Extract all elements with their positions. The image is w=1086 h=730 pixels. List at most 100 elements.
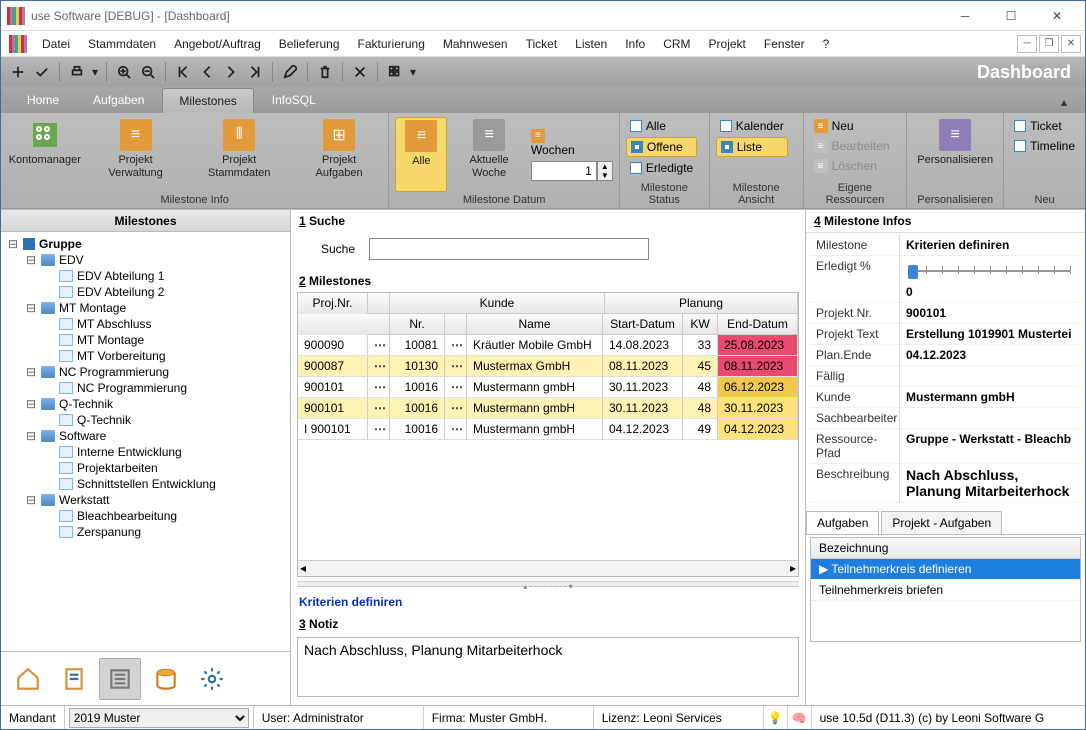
table-row[interactable]: 900101⋯10016⋯Mustermann gmbH30.11.202348… [298,398,798,419]
menu-fenster[interactable]: Fenster [755,33,814,55]
tree-node[interactable]: EDV Abteilung 2 [3,284,288,300]
search-input[interactable] [369,238,649,260]
tree-node[interactable]: Q-Technik [3,412,288,428]
ribtab-aufgaben[interactable]: Aufgaben [77,88,160,113]
lookup-icon[interactable]: ⋯ [445,377,467,398]
menu-belieferung[interactable]: Belieferung [270,33,349,55]
tree-node[interactable]: MT Vorbereitung [3,348,288,364]
menu-angebot/auftrag[interactable]: Angebot/Auftrag [165,33,270,55]
mdi-close-button[interactable]: ✕ [1061,35,1081,53]
tree-node[interactable]: ⊟Werkstatt [3,492,288,508]
maximize-button[interactable]: ☐ [989,2,1033,30]
zoom-in-icon[interactable] [113,61,135,83]
nav-first-icon[interactable] [172,61,194,83]
brain-icon[interactable]: 🧠 [788,706,812,729]
menu-listen[interactable]: Listen [566,33,616,55]
lookup-icon[interactable]: ⋯ [368,356,390,377]
menu-fakturierung[interactable]: Fakturierung [349,33,434,55]
col-projnr[interactable]: Proj.Nr. [298,293,368,314]
projekt-aufgaben-button[interactable]: ⊞Projekt Aufgaben [296,117,383,192]
tree-node[interactable]: EDV Abteilung 1 [3,268,288,284]
minimize-button[interactable]: ─ [943,2,987,30]
nav-prev-icon[interactable] [196,61,218,83]
erledigt-slider[interactable] [906,259,1075,285]
home-icon[interactable] [7,658,49,700]
grid-icon[interactable] [384,61,406,83]
projekt-stammdaten-button[interactable]: ⫴Projekt Stammdaten [189,117,290,192]
aufgaben-list[interactable]: Bezeichnung ▶ Teilnehmerkreis definieren… [810,537,1081,642]
confirm-icon[interactable] [31,61,53,83]
tree-node[interactable]: ⊟Q-Technik [3,396,288,412]
menu-?[interactable]: ? [814,33,839,55]
settings-icon[interactable] [191,658,233,700]
print-dropdown-icon[interactable]: ▾ [90,61,100,83]
personalisieren-button[interactable]: ≡Personalisieren [913,117,997,192]
nav-last-icon[interactable] [244,61,266,83]
tree-node[interactable]: Interne Entwicklung [3,444,288,460]
menu-crm[interactable]: CRM [654,33,699,55]
mdi-minimize-button[interactable]: ─ [1017,35,1037,53]
milestone-tree[interactable]: ⊟Gruppe⊟EDVEDV Abteilung 1EDV Abteilung … [1,232,290,651]
list-item[interactable]: ▶ Teilnehmerkreis definieren [811,559,1080,580]
aktuelle-woche-button[interactable]: ≡Aktuelle Woche [453,117,525,192]
list-icon[interactable] [99,658,141,700]
tree-node[interactable]: ⊟Software [3,428,288,444]
kontomanager-button[interactable]: Kontomanager [7,117,83,192]
tree-node[interactable]: Schnittstellen Entwicklung [3,476,288,492]
tree-node[interactable]: Projektarbeiten [3,460,288,476]
tree-node[interactable]: ⊟Gruppe [3,236,288,252]
ribtab-infosql[interactable]: InfoSQL [256,88,332,113]
splitter[interactable]: ▴ · · · · · · · · ▾ [297,581,799,587]
neu-timeline-button[interactable]: Timeline [1010,137,1079,155]
milestones-grid[interactable]: Proj.Nr. Kunde Planung Nr. Name Start-Da… [297,292,799,577]
ressource-neu-button[interactable]: ≡Neu [810,117,894,135]
lookup-icon[interactable]: ⋯ [368,419,390,440]
mandant-select[interactable]: 2019 Muster [69,708,249,728]
delete-icon[interactable] [314,61,336,83]
col-kw[interactable]: KW [683,314,718,335]
lookup-icon[interactable]: ⋯ [368,398,390,419]
lookup-icon[interactable]: ⋯ [445,419,467,440]
table-row[interactable]: 900087⋯10130⋯Mustermax GmbH08.11.2023450… [298,356,798,377]
menu-datei[interactable]: Datei [33,33,79,55]
menu-ticket[interactable]: Ticket [517,33,567,55]
projekt-verwaltung-button[interactable]: ≡Projekt Verwaltung [89,117,183,192]
bulb-icon[interactable]: 💡 [764,706,788,729]
lookup-icon[interactable]: ⋯ [368,335,390,356]
table-row[interactable]: 900090⋯10081⋯Kräutler Mobile GmbH14.08.2… [298,335,798,356]
tree-node[interactable]: ⊟EDV [3,252,288,268]
neu-ticket-button[interactable]: Ticket [1010,117,1079,135]
tree-node[interactable]: ⊟MT Montage [3,300,288,316]
print-icon[interactable] [66,61,88,83]
col-nr[interactable]: Nr. [390,314,445,335]
status-offene-checkbox[interactable]: Offene [626,137,697,157]
database-icon[interactable] [145,658,187,700]
menu-stammdaten[interactable]: Stammdaten [79,33,165,55]
zoom-out-icon[interactable] [137,61,159,83]
tree-node[interactable]: Bleachbearbeitung [3,508,288,524]
edit-icon[interactable] [279,61,301,83]
tree-node[interactable]: MT Montage [3,332,288,348]
tree-node[interactable]: NC Programmierung [3,380,288,396]
tab-aufgaben[interactable]: Aufgaben [806,511,879,534]
grid-dropdown-icon[interactable]: ▾ [408,61,418,83]
ribbon-collapse-icon[interactable]: ▴ [1053,91,1075,113]
ressource-loeschen-button[interactable]: ≡Löschen [810,157,894,175]
menu-projekt[interactable]: Projekt [700,33,755,55]
lookup-icon[interactable]: ⋯ [445,335,467,356]
ribtab-home[interactable]: Home [11,88,75,113]
list-item[interactable]: Teilnehmerkreis briefen [811,580,1080,601]
lookup-icon[interactable]: ⋯ [445,356,467,377]
table-row[interactable]: 900101⋯10016⋯Mustermann gmbH30.11.202348… [298,377,798,398]
menu-info[interactable]: Info [616,33,654,55]
lookup-icon[interactable]: ⋯ [368,377,390,398]
tree-node[interactable]: MT Abschluss [3,316,288,332]
new-icon[interactable] [7,61,29,83]
ansicht-liste-checkbox[interactable]: Liste [716,137,788,157]
datum-alle-button[interactable]: ≡Alle [395,117,447,192]
notiz-text[interactable]: Nach Abschluss, Planung Mitarbeiterhock [297,637,799,697]
clipboard-icon[interactable] [53,658,95,700]
lookup-icon[interactable]: ⋯ [445,398,467,419]
ribtab-milestones[interactable]: Milestones [162,88,253,113]
status-erledigte-checkbox[interactable]: Erledigte [626,159,697,177]
